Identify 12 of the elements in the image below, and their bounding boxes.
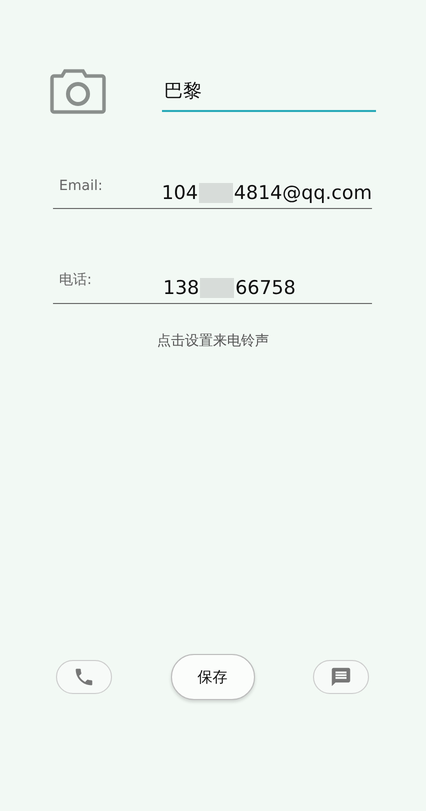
message-icon	[330, 666, 352, 688]
field-label: Email:	[58, 178, 104, 194]
ringtone-link[interactable]: 点击设置来电铃声	[157, 333, 269, 349]
phone-icon	[73, 666, 95, 688]
input-field[interactable]: 138 66758	[163, 277, 296, 299]
call-button[interactable]	[56, 660, 112, 694]
camera-icon[interactable]	[50, 68, 106, 114]
save-button[interactable]: 保存	[170, 654, 254, 700]
message-button[interactable]	[313, 660, 369, 694]
name-field[interactable]: 巴黎	[162, 68, 376, 112]
input-field[interactable]: 104 4814@qq.com	[162, 182, 372, 204]
field-label: 电话:	[58, 271, 93, 289]
